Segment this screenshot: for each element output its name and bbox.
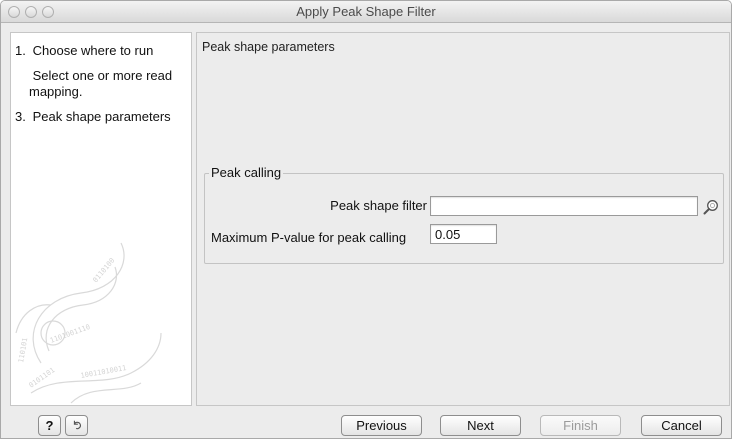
- peak-calling-group: Peak calling Peak shape filter Maximum P…: [204, 165, 724, 264]
- next-button[interactable]: Next: [440, 415, 521, 436]
- section-title: Peak shape parameters: [202, 40, 335, 54]
- wizard-step-1: 1. Choose where to run: [15, 43, 191, 59]
- wizard-footer: ? Previous Next Finish Cancel: [1, 409, 731, 438]
- window-title: Apply Peak Shape Filter: [296, 4, 436, 19]
- group-label: Peak calling: [209, 165, 284, 180]
- finish-button[interactable]: Finish: [540, 415, 621, 436]
- step-label: Select one or more read mapping.: [29, 68, 173, 99]
- step-label: Choose where to run: [32, 43, 154, 58]
- max-pvalue-input[interactable]: [430, 224, 497, 244]
- dialog-window: Apply Peak Shape Filter 1. Choose where …: [0, 0, 732, 439]
- wizard-steps-list: 1. Choose where to run 2. Select one or …: [11, 33, 191, 125]
- wizard-content-panel: Peak shape parameters Peak calling Peak …: [196, 32, 730, 406]
- reset-arrow-icon: [73, 420, 81, 430]
- peak-shape-filter-input[interactable]: [430, 196, 698, 216]
- browse-magnifier-icon[interactable]: [702, 198, 720, 216]
- peak-shape-filter-label: Peak shape filter: [330, 198, 427, 213]
- wizard-step-2: 2. Select one or more read mapping.: [11, 68, 191, 100]
- decorative-swirl-watermark: 0110100 1101001110 0101101 10011010011 1…: [15, 242, 162, 404]
- title-bar[interactable]: Apply Peak Shape Filter: [1, 1, 731, 23]
- reset-button[interactable]: [65, 415, 88, 436]
- step-label: Peak shape parameters: [32, 109, 171, 124]
- step-number: 2.: [11, 68, 29, 84]
- step-number: 3.: [15, 109, 26, 124]
- help-button[interactable]: ?: [38, 415, 61, 436]
- previous-button[interactable]: Previous: [341, 415, 422, 436]
- cancel-button[interactable]: Cancel: [641, 415, 722, 436]
- step-number: 1.: [15, 43, 26, 58]
- max-pvalue-label: Maximum P-value for peak calling: [211, 230, 407, 245]
- svg-text:0101101: 0101101: [28, 366, 57, 389]
- wizard-steps-panel: 1. Choose where to run 2. Select one or …: [10, 32, 192, 406]
- svg-text:1101001110: 1101001110: [49, 323, 91, 345]
- wizard-step-3: 3. Peak shape parameters: [15, 109, 191, 125]
- svg-text:110101: 110101: [17, 337, 29, 363]
